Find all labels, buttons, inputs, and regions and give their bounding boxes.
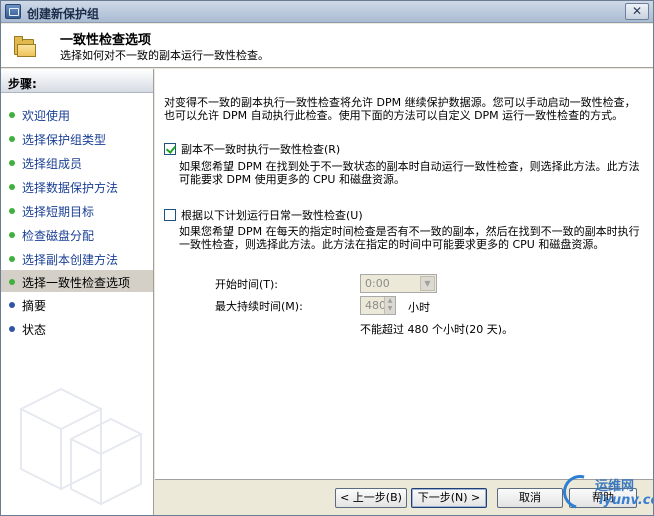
- title-bar[interactable]: 创建新保护组 ✕: [1, 1, 653, 23]
- daily-check-checkbox[interactable]: [164, 209, 176, 221]
- steps-heading: 步骤:: [1, 69, 153, 93]
- step-done-dot-icon: [9, 256, 15, 262]
- start-time-label: 开始时间(T):: [215, 278, 279, 291]
- step-group-type[interactable]: 选择保护组类型: [1, 127, 153, 149]
- intro-text: 对变得不一致的副本执行一致性检查将允许 DPM 继续保护数据源。您可以手动启动一…: [164, 96, 636, 122]
- max-duration-spinner[interactable]: 480 ▲ ▼: [360, 296, 396, 315]
- step-status: 状态: [1, 317, 153, 339]
- folder-icon: [14, 36, 36, 58]
- page-subtitle: 选择如何对不一致的副本运行一致性检查。: [60, 49, 269, 62]
- step-group-members[interactable]: 选择组成员: [1, 151, 153, 173]
- step-done-dot-icon: [9, 136, 15, 142]
- wizard-window: 创建新保护组 ✕ 一致性检查选项 选择如何对不一致的副本运行一致性检查。 步骤:…: [0, 0, 654, 516]
- app-icon: [5, 4, 21, 19]
- step-welcome[interactable]: 欢迎使用: [1, 103, 153, 125]
- step-done-dot-icon: [9, 232, 15, 238]
- option-daily-check[interactable]: 根据以下计划运行日常一致性检查(U): [164, 207, 363, 223]
- window-title: 创建新保护组: [27, 7, 100, 21]
- back-button[interactable]: < 上一步(B): [335, 488, 407, 508]
- step-done-dot-icon: [9, 160, 15, 166]
- content-panel: 对变得不一致的副本执行一致性检查将允许 DPM 继续保护数据源。您可以手动启动一…: [155, 69, 653, 479]
- step-done-dot-icon: [9, 279, 15, 285]
- step-pending-dot-icon: [9, 326, 15, 332]
- start-time-value: 0:00: [365, 277, 390, 290]
- step-pending-dot-icon: [9, 302, 15, 308]
- close-button[interactable]: ✕: [625, 3, 649, 20]
- option-check-when-inconsistent[interactable]: 副本不一致时执行一致性检查(R): [164, 141, 340, 157]
- servers-watermark-icon: [18, 387, 144, 506]
- max-duration-label: 最大持续时间(M):: [215, 300, 303, 313]
- check-when-inconsistent-checkbox[interactable]: [164, 143, 176, 155]
- page-header: 一致性检查选项 选择如何对不一致的副本运行一致性检查。: [1, 24, 653, 68]
- max-duration-unit: 小时: [408, 301, 430, 314]
- step-summary: 摘要: [1, 293, 153, 315]
- step-replica-creation[interactable]: 选择副本创建方法: [1, 247, 153, 269]
- step-done-dot-icon: [9, 184, 15, 190]
- cancel-button[interactable]: 取消: [497, 488, 563, 508]
- step-disk-allocation[interactable]: 检查磁盘分配: [1, 223, 153, 245]
- step-done-dot-icon: [9, 112, 15, 118]
- site-watermark-logo: 运维网 iyunv.com: [556, 468, 653, 515]
- chevron-down-icon[interactable]: ▼: [420, 276, 435, 291]
- option-check-when-inconsistent-desc: 如果您希望 DPM 在找到处于不一致状态的副本时自动运行一致性检查，则选择此方法…: [179, 160, 640, 186]
- step-consistency-check[interactable]: 选择一致性检查选项: [1, 270, 153, 292]
- spin-arrows-icon[interactable]: ▲ ▼: [384, 297, 395, 314]
- step-done-dot-icon: [9, 208, 15, 214]
- steps-sidebar: 步骤: 欢迎使用 选择保护组类型 选择组成员 选择数据保护方法 选择短期目标 检…: [1, 69, 154, 515]
- option-daily-check-desc: 如果您希望 DPM 在每天的指定时间检查是否有不一致的副本，然后在找到不一致的副…: [179, 225, 640, 251]
- duration-limit-note: 不能超过 480 个小时(20 天)。: [360, 323, 514, 336]
- start-time-combo[interactable]: 0:00 ▼: [360, 274, 437, 293]
- step-protection-method[interactable]: 选择数据保护方法: [1, 175, 153, 197]
- next-button[interactable]: 下一步(N) >: [411, 488, 487, 508]
- step-short-term-goals[interactable]: 选择短期目标: [1, 199, 153, 221]
- page-title: 一致性检查选项: [60, 33, 152, 48]
- max-duration-value: 480: [365, 299, 386, 312]
